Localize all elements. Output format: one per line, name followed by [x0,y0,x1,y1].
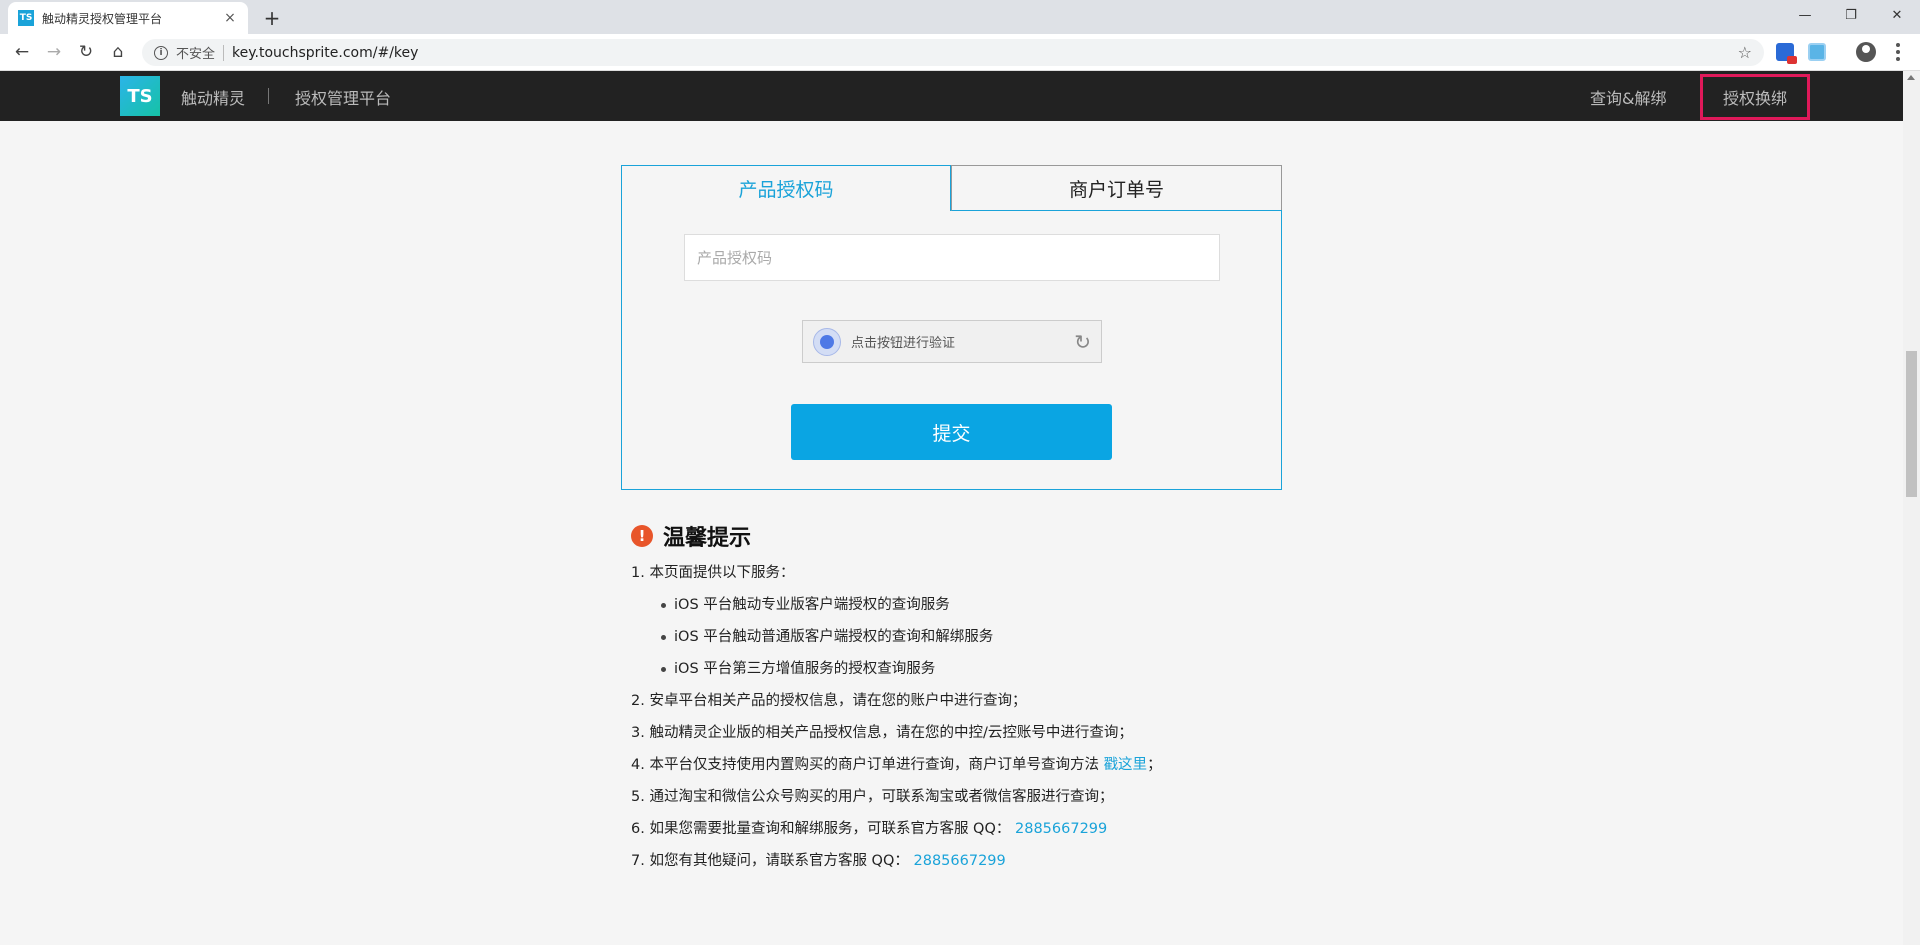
window-close-button[interactable]: ✕ [1874,0,1920,30]
tip-sub-item: iOS 平台触动普通版客户端授权的查询和解绑服务 [631,621,1331,653]
tip-line-6-text: 6. 如果您需要批量查询和解绑服务，可联系官方客服 QQ： [631,821,1011,837]
page-scrollbar[interactable] [1903,71,1920,945]
scrollbar-thumb[interactable] [1906,351,1917,497]
home-icon[interactable]: ⌂ [104,38,132,66]
warning-icon: ! [631,525,653,547]
tips-section: ! 温馨提示 1. 本页面提供以下服务： iOS 平台触动专业版客户端授权的查询… [631,520,1331,877]
back-arrow-icon[interactable]: ← [8,38,36,66]
browser-menu-icon[interactable] [1890,42,1906,62]
tip-line-2: 2. 安卓平台相关产品的授权信息，请在您的账户中进行查询； [631,693,1027,709]
tip-line-4-suffix: ； [1147,757,1162,773]
tab-product-license-code[interactable]: 产品授权码 [621,165,951,211]
tip-sub-item: iOS 平台触动专业版客户端授权的查询服务 [631,589,1331,621]
nav-query-unbind[interactable]: 查询&解绑 [1590,85,1666,109]
window-maximize-button[interactable]: ❐ [1828,0,1874,30]
qq-link[interactable]: 2885667299 [914,853,1006,869]
tip-line-7: 7. 如您有其他疑问，请联系官方客服 QQ： 2885667299 [631,845,1331,877]
tab-favicon-icon: TS [18,10,34,26]
ts-logo[interactable]: TS [120,76,160,116]
tip-sub-text: iOS 平台触动普通版客户端授权的查询和解绑服务 [674,629,994,645]
profile-avatar-icon[interactable] [1856,42,1876,62]
tip-sub-item: iOS 平台第三方增值服务的授权查询服务 [631,653,1331,685]
tab-merchant-order-number[interactable]: 商户订单号 [951,165,1282,211]
brand-divider [268,88,269,104]
brand-name[interactable]: 触动精灵 [181,85,245,109]
qq-link[interactable]: 2885667299 [1015,821,1107,837]
browser-tab[interactable]: TS 触动精灵授权管理平台 × [8,2,248,34]
license-form-card: 产品授权码 商户订单号 点击按钮进行验证 ↻ 提交 [621,165,1282,490]
nav-rebind-license[interactable]: 授权换绑 [1700,74,1810,120]
address-bar[interactable]: i 不安全 key.touchsprite.com/#/key ☆ [142,39,1764,66]
extension-icon[interactable] [1808,43,1826,61]
tip-line-5: 5. 通过淘宝和微信公众号购买的用户，可联系淘宝或者微信客服进行查询； [631,789,1114,805]
tips-title: 温馨提示 [663,526,752,551]
forward-arrow-icon[interactable]: → [40,38,68,66]
order-lookup-link[interactable]: 戳这里 [1104,757,1148,773]
bullet-icon [661,602,666,608]
window-minimize-button[interactable]: — [1782,0,1828,30]
omnibox-divider [223,44,225,61]
tip-line-4: 4. 本平台仅支持使用内置购买的商户订单进行查询，商户订单号查询方法 戳这里； [631,749,1331,781]
site-header: TS 触动精灵 授权管理平台 查询&解绑 授权换绑 [0,71,1903,121]
url-text[interactable]: key.touchsprite.com/#/key [232,45,1738,61]
tip-line-3: 3. 触动精灵企业版的相关产品授权信息，请在您的中控/云控账号中进行查询； [631,725,1133,741]
browser-tabstrip: TS 触动精灵授权管理平台 × + — ❐ ✕ [0,0,1920,34]
tip-line-7-text: 7. 如您有其他疑问，请联系官方客服 QQ： [631,853,909,869]
submit-button[interactable]: 提交 [791,404,1112,460]
captcha-radio-icon[interactable] [813,327,841,356]
scroll-up-arrow-icon[interactable] [1907,75,1915,80]
tip-line-1: 1. 本页面提供以下服务： [631,565,795,581]
bookmark-star-icon[interactable]: ☆ [1738,43,1752,62]
refresh-icon[interactable]: ↻ [1074,330,1091,354]
tip-sub-text: iOS 平台触动专业版客户端授权的查询服务 [674,597,950,613]
captcha-verify-button[interactable]: 点击按钮进行验证 ↻ [802,320,1102,363]
captcha-label: 点击按钮进行验证 [851,336,956,351]
bullet-icon [661,666,666,672]
new-tab-button[interactable]: + [258,4,286,32]
tip-sub-text: iOS 平台第三方增值服务的授权查询服务 [674,661,936,677]
browser-toolbar: ← → ↻ ⌂ i 不安全 key.touchsprite.com/#/key … [0,34,1920,71]
tip-line-6: 6. 如果您需要批量查询和解绑服务，可联系官方客服 QQ： 2885667299 [631,813,1331,845]
info-icon[interactable]: i [154,45,168,60]
reload-icon[interactable]: ↻ [72,38,100,66]
form-tabs: 产品授权码 商户订单号 [621,165,1282,211]
tip-line-4-text: 4. 本平台仅支持使用内置购买的商户订单进行查询，商户订单号查询方法 [631,757,1104,773]
tips-header: ! 温馨提示 [631,520,1331,552]
form-body: 点击按钮进行验证 ↻ 提交 [621,210,1282,490]
tab-close-icon[interactable]: × [222,10,238,26]
security-label: 不安全 [176,47,216,62]
bullet-icon [661,634,666,640]
license-code-input[interactable] [684,234,1220,281]
platform-name: 授权管理平台 [295,89,392,108]
extension-icon[interactable] [1776,43,1797,64]
tab-title: 触动精灵授权管理平台 [42,11,163,26]
